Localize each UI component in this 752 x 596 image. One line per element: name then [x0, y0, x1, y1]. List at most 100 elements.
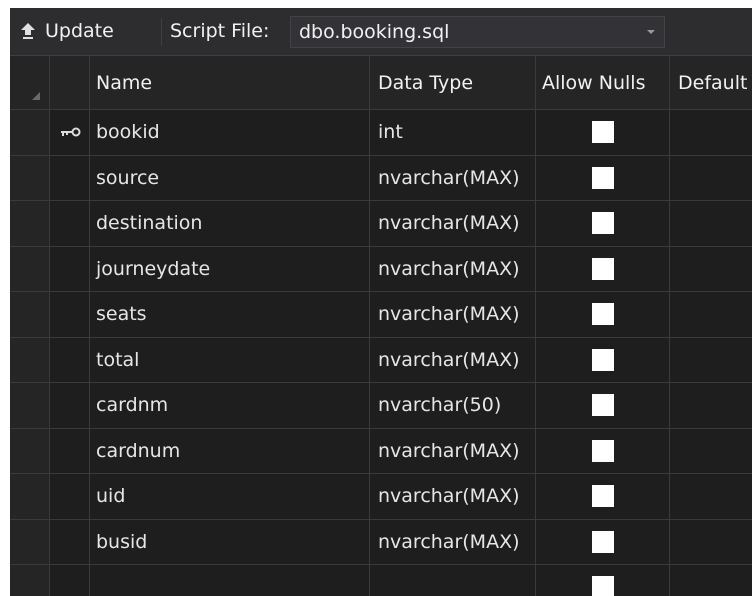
grid-body: bookid int source nvarchar(MAX) destinat… [10, 110, 752, 596]
table-row[interactable]: destination nvarchar(MAX) [10, 201, 752, 247]
table-row[interactable]: total nvarchar(MAX) [10, 337, 752, 383]
default-cell[interactable] [670, 201, 752, 247]
table-designer: Update Script File: dbo.booking.sql Name… [10, 8, 752, 596]
grid-header: Name Data Type Allow Nulls Default [10, 56, 752, 110]
allow-nulls-checkbox[interactable] [591, 257, 614, 280]
column-name-cell[interactable]: busid [90, 519, 370, 565]
default-cell[interactable] [670, 155, 752, 201]
allow-nulls-cell [536, 474, 670, 520]
data-type-cell[interactable]: nvarchar(MAX) [370, 519, 536, 565]
allow-nulls-checkbox[interactable] [591, 166, 614, 189]
column-name-cell[interactable]: cardnum [90, 428, 370, 474]
allow-nulls-checkbox[interactable] [591, 576, 614, 596]
key-cell [50, 201, 90, 247]
key-cell [50, 428, 90, 474]
allow-nulls-cell [536, 201, 670, 247]
row-selector[interactable] [10, 474, 50, 520]
header-default[interactable]: Default [670, 56, 752, 110]
column-name-cell[interactable] [90, 565, 370, 596]
key-icon [60, 127, 80, 137]
allow-nulls-checkbox[interactable] [591, 530, 614, 553]
row-selector[interactable] [10, 201, 50, 247]
allow-nulls-checkbox[interactable] [591, 121, 614, 144]
key-cell [50, 474, 90, 520]
default-cell[interactable] [670, 383, 752, 429]
column-name-cell[interactable]: destination [90, 201, 370, 247]
table-row[interactable] [10, 565, 752, 596]
key-cell [50, 292, 90, 338]
row-selector[interactable] [10, 155, 50, 201]
default-cell[interactable] [670, 474, 752, 520]
chevron-down-icon[interactable] [647, 30, 655, 34]
row-selector[interactable] [10, 337, 50, 383]
allow-nulls-checkbox[interactable] [591, 485, 614, 508]
column-name-cell[interactable]: journeydate [90, 246, 370, 292]
row-selector[interactable] [10, 292, 50, 338]
column-name-cell[interactable]: total [90, 337, 370, 383]
allow-nulls-checkbox[interactable] [591, 303, 614, 326]
row-selector[interactable] [10, 246, 50, 292]
header-allow-nulls[interactable]: Allow Nulls [536, 56, 670, 110]
corner-triangle-icon [32, 92, 40, 100]
select-all-corner[interactable] [10, 56, 50, 110]
toolbar-separator [161, 18, 162, 46]
allow-nulls-cell [536, 155, 670, 201]
data-type-cell[interactable]: nvarchar(MAX) [370, 292, 536, 338]
row-selector[interactable] [10, 565, 50, 596]
header-data-type[interactable]: Data Type [370, 56, 536, 110]
header-key-column [50, 56, 90, 110]
table-row[interactable]: uid nvarchar(MAX) [10, 474, 752, 520]
default-cell[interactable] [670, 246, 752, 292]
data-type-cell[interactable]: nvarchar(MAX) [370, 246, 536, 292]
key-cell [50, 110, 90, 156]
column-name-cell[interactable]: cardnm [90, 383, 370, 429]
table-row[interactable]: bookid int [10, 110, 752, 156]
column-name-cell[interactable]: uid [90, 474, 370, 520]
table-row[interactable]: journeydate nvarchar(MAX) [10, 246, 752, 292]
update-button[interactable]: Update [20, 14, 158, 48]
data-type-cell[interactable]: nvarchar(MAX) [370, 201, 536, 247]
data-type-cell[interactable]: nvarchar(MAX) [370, 337, 536, 383]
allow-nulls-checkbox[interactable] [591, 439, 614, 462]
default-cell[interactable] [670, 110, 752, 156]
allow-nulls-cell [536, 383, 670, 429]
table-row[interactable]: cardnum nvarchar(MAX) [10, 428, 752, 474]
default-cell[interactable] [670, 337, 752, 383]
allow-nulls-checkbox[interactable] [591, 348, 614, 371]
allow-nulls-cell [536, 292, 670, 338]
table-row[interactable]: busid nvarchar(MAX) [10, 519, 752, 565]
key-cell [50, 155, 90, 201]
script-file-value: dbo.booking.sql [299, 21, 450, 43]
allow-nulls-cell [536, 337, 670, 383]
key-cell [50, 519, 90, 565]
row-selector[interactable] [10, 110, 50, 156]
table-row[interactable]: cardnm nvarchar(50) [10, 383, 752, 429]
data-type-cell[interactable]: int [370, 110, 536, 156]
row-selector[interactable] [10, 428, 50, 474]
header-name[interactable]: Name [90, 56, 370, 110]
row-selector[interactable] [10, 519, 50, 565]
data-type-cell[interactable] [370, 565, 536, 596]
data-type-cell[interactable]: nvarchar(MAX) [370, 155, 536, 201]
allow-nulls-cell [536, 565, 670, 596]
script-file-dropdown[interactable]: dbo.booking.sql [290, 16, 665, 48]
default-cell[interactable] [670, 565, 752, 596]
table-row[interactable]: source nvarchar(MAX) [10, 155, 752, 201]
default-cell[interactable] [670, 292, 752, 338]
column-name-cell[interactable]: seats [90, 292, 370, 338]
script-file-label: Script File: [170, 20, 270, 42]
data-type-cell[interactable]: nvarchar(MAX) [370, 474, 536, 520]
data-type-cell[interactable]: nvarchar(MAX) [370, 428, 536, 474]
allow-nulls-checkbox[interactable] [591, 394, 614, 417]
data-type-cell[interactable]: nvarchar(50) [370, 383, 536, 429]
designer-toolbar: Update Script File: dbo.booking.sql [10, 8, 752, 56]
default-cell[interactable] [670, 428, 752, 474]
key-cell [50, 337, 90, 383]
row-selector[interactable] [10, 383, 50, 429]
column-name-cell[interactable]: source [90, 155, 370, 201]
allow-nulls-cell [536, 110, 670, 156]
column-name-cell[interactable]: bookid [90, 110, 370, 156]
allow-nulls-checkbox[interactable] [591, 212, 614, 235]
table-row[interactable]: seats nvarchar(MAX) [10, 292, 752, 338]
default-cell[interactable] [670, 519, 752, 565]
